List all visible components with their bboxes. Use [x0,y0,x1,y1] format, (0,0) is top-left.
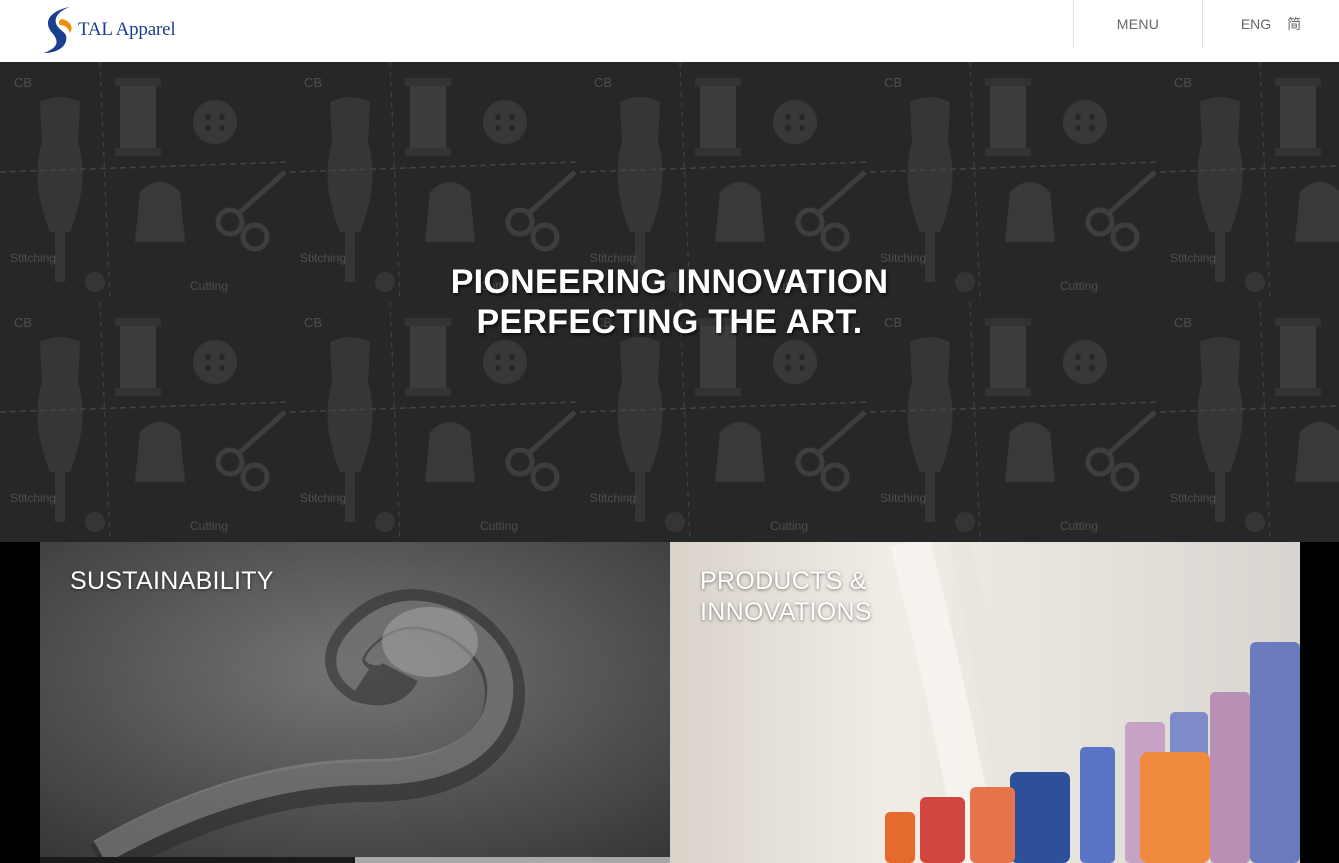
hero-headline-line-2: PERFECTING THE ART. [476,303,863,341]
menu-button[interactable]: MENU [1073,0,1203,48]
tile-indicator-bar-left [40,857,355,863]
lang-eng-link[interactable]: ENG [1241,16,1271,32]
sustainability-tile[interactable]: SUSTAINABILITY [40,542,670,863]
products-innovations-label-line-1: PRODUCTS & [700,567,867,595]
sustainability-label: SUSTAINABILITY [70,567,274,595]
products-innovations-tile[interactable]: PRODUCTS & INNOVATIONS [670,542,1300,863]
hero-headline: PIONEERING INNOVATION PERFECTING THE ART… [0,262,1339,342]
tile-indicator-bar-right [355,857,670,863]
products-innovations-label-line-2: INNOVATIONS [700,598,872,626]
language-switcher: ENG 简 [1203,0,1339,48]
logo-text: TAL Apparel [78,19,176,40]
lang-simplified-chinese-link[interactable]: 简 [1287,14,1301,34]
hero-banner: Stitching Cutting CB PIONEERING INNOVATI… [0,62,1339,542]
site-header: TAL Apparel MENU ENG 简 [0,0,1339,62]
hero-headline-line-1: PIONEERING INNOVATION [450,263,889,301]
products-innovations-label: PRODUCTS & INNOVATIONS [700,566,872,628]
tal-logo[interactable]: TAL Apparel [40,5,176,55]
tal-logo-icon [44,7,72,53]
